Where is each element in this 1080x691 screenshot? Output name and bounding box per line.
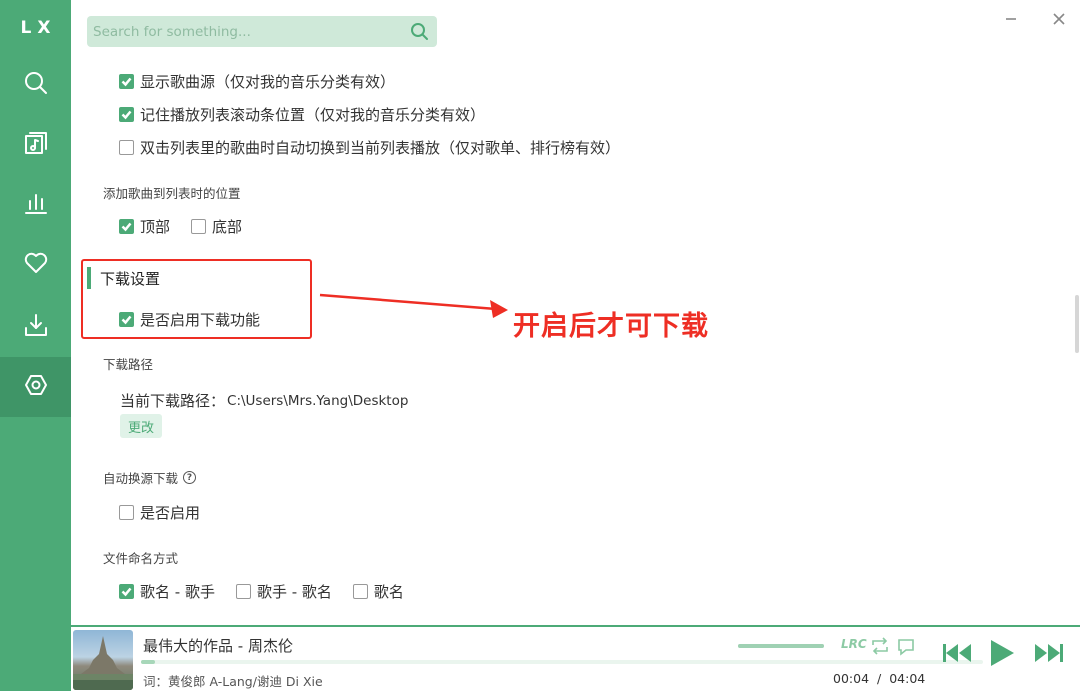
heart-icon (23, 250, 49, 280)
app-logo: LX (20, 18, 57, 38)
next-icon (1035, 644, 1063, 662)
checkbox-checked[interactable] (119, 107, 134, 122)
download-path-value: C:\Users\Mrs.Yang\Desktop (227, 392, 409, 409)
comment-icon (898, 639, 914, 656)
download-path-label: 当前下载路径： (120, 392, 226, 410)
checkbox-label: 记住播放列表滚动条位置（仅对我的音乐分类有效） (140, 106, 486, 124)
search-box (87, 16, 437, 47)
position-bottom-checkbox[interactable]: 底部 (191, 216, 242, 237)
total-time: 04:04 (889, 671, 926, 686)
chart-bars-icon (23, 190, 49, 220)
download-settings-title: 下载设置 (87, 266, 160, 290)
section-title-add-position: 添加歌曲到列表时的位置 (103, 186, 241, 201)
group-title-text: 下载设置 (100, 269, 161, 288)
naming-options: 歌名 - 歌手 歌手 - 歌名 歌名 (119, 581, 425, 602)
checkbox-label: 歌名 (373, 583, 404, 601)
progress-bar[interactable] (141, 660, 983, 664)
checkbox-checked[interactable] (119, 219, 134, 234)
checkbox-checked[interactable] (119, 74, 134, 89)
auto-switch-title-text: 自动换源下载 (103, 471, 179, 486)
sidebar-item-settings[interactable] (0, 357, 71, 417)
sidebar-item-leaderboard[interactable] (0, 175, 71, 235)
auto-switch-checkbox[interactable]: 是否启用 (119, 502, 200, 523)
position-top-checkbox[interactable]: 顶部 (119, 216, 170, 237)
volume-fill (738, 644, 824, 648)
checkbox-label: 歌名 - 歌手 (140, 583, 215, 601)
list-option-row: 双击列表里的歌曲时自动切换到当前列表播放（仅对歌单、排行榜有效） (119, 137, 641, 158)
minimize-button[interactable] (1000, 8, 1022, 30)
current-time: 00:04 (833, 671, 870, 686)
repeat-icon (872, 637, 888, 655)
checkbox-label: 底部 (212, 218, 243, 236)
search-button-icon[interactable] (410, 22, 429, 41)
previous-button[interactable] (941, 641, 973, 669)
checkbox-checked[interactable] (119, 584, 134, 599)
help-icon[interactable]: ? (183, 471, 197, 484)
download-icon (23, 312, 49, 342)
comment-button[interactable] (895, 636, 917, 656)
sidebar-item-my-list[interactable] (0, 235, 71, 295)
list-option-row: 显示歌曲源（仅对我的音乐分类有效） (119, 71, 416, 92)
checkbox-unchecked[interactable] (352, 584, 368, 599)
section-title-download-path: 下载路径 (103, 357, 154, 372)
player-bar: 最伟大的作品 - 周杰伦 词：黄俊郎 A-Lang/谢迪 Di Xie LRC … (71, 625, 1080, 691)
annotation-text: 开启后才可下载 (513, 311, 709, 342)
time-separator: / (877, 671, 882, 686)
previous-icon (943, 644, 971, 662)
change-path-button[interactable]: 更改 (120, 414, 162, 438)
enable-download-checkbox[interactable]: 是否启用下载功能 (119, 309, 260, 330)
sidebar-item-song-lists[interactable] (0, 115, 71, 175)
download-enable-row: 是否启用下载功能 (119, 309, 281, 330)
sidebar-item-search[interactable] (0, 55, 71, 115)
checkbox-label: 显示歌曲源（仅对我的音乐分类有效） (140, 73, 396, 91)
checkbox-unchecked[interactable] (235, 584, 251, 599)
double-click-switch-checkbox[interactable]: 双击列表里的歌曲时自动切换到当前列表播放（仅对歌单、排行榜有效） (119, 137, 620, 158)
close-button[interactable] (1048, 8, 1070, 30)
lyric-line: 词：黄俊郎 A-Lang/谢迪 Di Xie (143, 674, 323, 689)
naming-title-only-checkbox[interactable]: 歌名 (352, 581, 404, 602)
download-path-row: 当前下载路径： C:\Users\Mrs.Yang\Desktop (120, 390, 408, 411)
close-icon (1053, 13, 1065, 25)
checkbox-unchecked[interactable] (119, 505, 134, 520)
play-icon (991, 640, 1014, 666)
search-input[interactable] (87, 16, 397, 47)
play-button[interactable] (987, 637, 1017, 673)
checkbox-checked[interactable] (119, 312, 134, 327)
album-cover[interactable] (73, 630, 133, 690)
checkbox-label: 歌手 - 歌名 (256, 583, 332, 601)
group-accent-bar (87, 267, 91, 289)
settings-icon (23, 372, 49, 402)
progress-fill (141, 660, 156, 664)
remember-scroll-checkbox[interactable]: 记住播放列表滚动条位置（仅对我的音乐分类有效） (119, 104, 485, 125)
add-position-options: 顶部 底部 (119, 216, 263, 237)
sidebar: LX (0, 0, 71, 691)
next-button[interactable] (1033, 641, 1065, 669)
music-list-icon (23, 130, 49, 160)
section-title-naming: 文件命名方式 (103, 551, 179, 566)
auto-switch-row: 是否启用 (119, 502, 221, 523)
naming-artist-title-checkbox[interactable]: 歌手 - 歌名 (235, 581, 332, 602)
time-display: 00:04 / 04:04 (833, 671, 925, 686)
checkbox-unchecked[interactable] (119, 140, 134, 155)
checkbox-label: 顶部 (140, 218, 171, 236)
volume-slider[interactable] (738, 644, 824, 648)
checkbox-label: 是否启用 (140, 504, 201, 522)
loop-mode-button[interactable] (869, 636, 891, 656)
checkbox-label: 双击列表里的歌曲时自动切换到当前列表播放（仅对歌单、排行榜有效） (140, 139, 621, 157)
sidebar-item-download[interactable] (0, 297, 71, 357)
song-title: 最伟大的作品 - 周杰伦 (143, 637, 293, 655)
checkbox-label: 是否启用下载功能 (140, 311, 261, 329)
naming-title-artist-checkbox[interactable]: 歌名 - 歌手 (119, 581, 215, 602)
checkbox-unchecked[interactable] (191, 219, 207, 234)
content-scrollbar[interactable] (1075, 295, 1079, 353)
annotation-arrow (319, 293, 508, 318)
search-icon (23, 70, 49, 100)
minimize-icon (1006, 18, 1016, 20)
list-option-row: 记住播放列表滚动条位置（仅对我的音乐分类有效） (119, 104, 506, 125)
show-song-source-checkbox[interactable]: 显示歌曲源（仅对我的音乐分类有效） (119, 71, 395, 92)
section-title-auto-switch: 自动换源下载 ? (103, 468, 197, 487)
desktop-lyric-toggle[interactable]: LRC (841, 637, 867, 651)
